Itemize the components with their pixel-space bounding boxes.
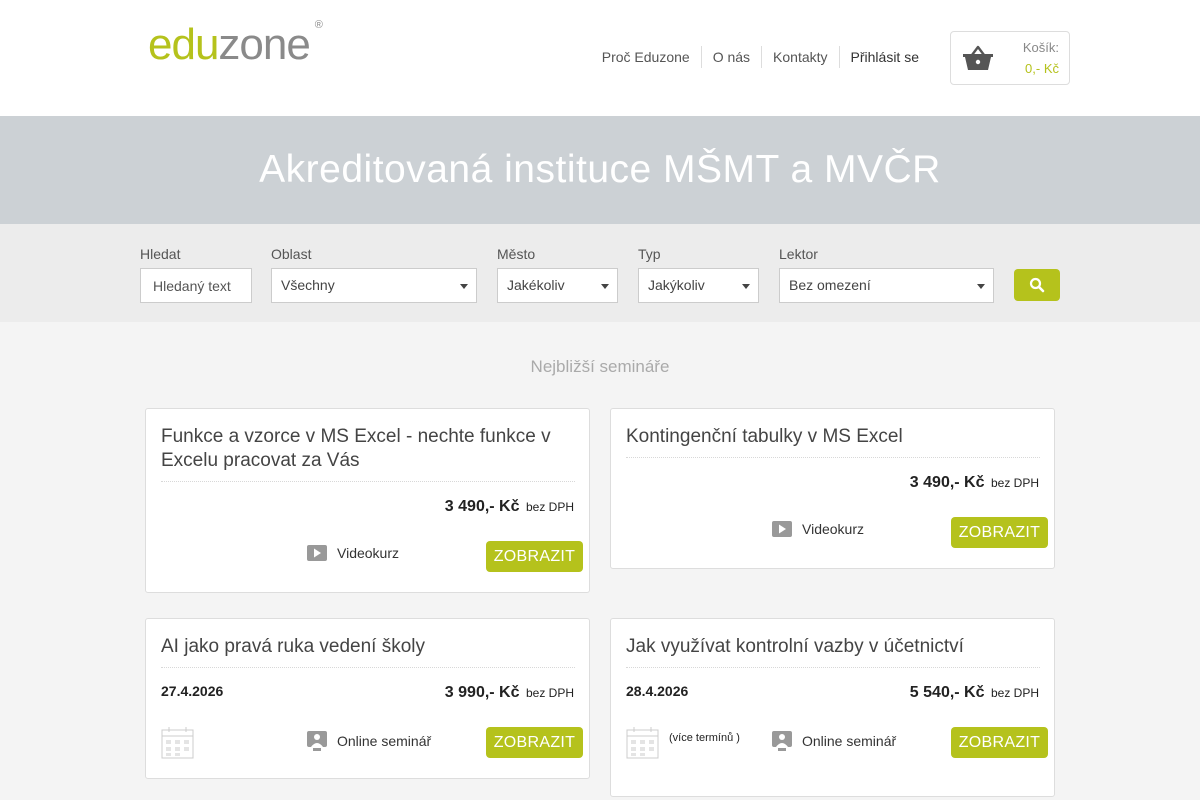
calendar-icon xyxy=(626,727,659,759)
course-type-label: Videokurz xyxy=(802,521,865,537)
search-icon xyxy=(1029,277,1045,293)
price-vat: bez DPH xyxy=(525,500,574,514)
oblast-value: Všechny xyxy=(281,277,335,293)
course-card: Jak využívat kontrolní vazby v účetnictv… xyxy=(610,618,1055,797)
divider xyxy=(161,481,575,482)
main-nav: Proč Eduzone O nás Kontakty Přihlásit se xyxy=(591,46,930,68)
lektor-value: Bez omezení xyxy=(789,277,871,293)
price-vat: bez DPH xyxy=(525,686,574,700)
typ-label: Typ xyxy=(638,246,661,262)
field-typ: Typ Jakýkoliv xyxy=(638,244,759,303)
calendar-icon xyxy=(161,727,194,759)
chevron-down-icon xyxy=(601,284,609,289)
search-input[interactable] xyxy=(140,268,252,303)
nav-proc-eduzone[interactable]: Proč Eduzone xyxy=(591,46,701,68)
course-card: Funkce a vzorce v MS Excel - nechte funk… xyxy=(145,408,590,593)
oblast-label: Oblast xyxy=(271,246,312,262)
course-price: 3 490,- Kč bez DPH xyxy=(445,498,574,516)
course-type: Online seminář xyxy=(772,731,896,751)
course-price: 3 490,- Kč bez DPH xyxy=(910,474,1039,492)
chevron-down-icon xyxy=(460,284,468,289)
course-type-label: Videokurz xyxy=(337,545,400,561)
course-price: 3 990,- Kč bez DPH xyxy=(445,684,574,702)
divider xyxy=(161,667,575,668)
oblast-select[interactable]: Všechny xyxy=(271,268,477,303)
eduzone-logo[interactable]: eduzone ® xyxy=(148,20,323,70)
price-value: 3 990,- Kč xyxy=(444,684,520,701)
play-icon xyxy=(307,545,327,561)
chevron-down-icon xyxy=(977,284,985,289)
price-value: 5 540,- Kč xyxy=(909,684,985,701)
course-card: Kontingenční tabulky v MS Excel 3 490,- … xyxy=(610,408,1055,569)
play-icon xyxy=(772,521,792,537)
price-vat: bez DPH xyxy=(990,476,1039,490)
search-button[interactable] xyxy=(1014,269,1060,301)
course-type-label: Online seminář xyxy=(337,733,432,749)
show-button[interactable]: ZOBRAZIT xyxy=(951,727,1048,758)
lektor-select[interactable]: Bez omezení xyxy=(779,268,994,303)
cart-button[interactable]: Košík: 0,- Kč xyxy=(950,31,1070,85)
price-value: 3 490,- Kč xyxy=(909,474,985,491)
course-price: 5 540,- Kč bez DPH xyxy=(910,684,1039,702)
more-dates-link[interactable]: (více termínů ) xyxy=(669,732,740,744)
chevron-down-icon xyxy=(742,284,750,289)
lektor-label: Lektor xyxy=(779,246,818,262)
logo-zone-text: zone xyxy=(218,20,310,69)
course-title[interactable]: Jak využívat kontrolní vazby v účetnictv… xyxy=(626,635,1041,659)
course-title[interactable]: AI jako pravá ruka vedení školy xyxy=(161,635,576,659)
price-value: 3 490,- Kč xyxy=(444,498,520,515)
site-header: eduzone ® Proč Eduzone O nás Kontakty Př… xyxy=(0,0,1200,116)
nav-o-nas[interactable]: O nás xyxy=(700,46,761,68)
course-type-label: Online seminář xyxy=(802,733,897,749)
logo-edu-text: edu xyxy=(148,20,219,69)
course-date: 27.4.2026 xyxy=(161,683,224,699)
hero-title: Akreditovaná instituce MŠMT a MVČR xyxy=(259,148,941,191)
field-hledat: Hledat xyxy=(140,244,252,303)
course-type: Videokurz xyxy=(307,545,399,561)
cart-price: 0,- Kč xyxy=(1025,61,1059,76)
mesto-label: Město xyxy=(497,246,536,262)
show-button[interactable]: ZOBRAZIT xyxy=(486,541,583,572)
field-lektor: Lektor Bez omezení xyxy=(779,244,994,303)
course-type: Online seminář xyxy=(307,731,431,751)
divider xyxy=(626,457,1040,458)
hero-banner: Akreditovaná instituce MŠMT a MVČR xyxy=(0,116,1200,224)
field-oblast: Oblast Všechny xyxy=(271,244,477,303)
section-title: Nejbližší semináře xyxy=(530,357,670,376)
webinar-icon xyxy=(772,731,792,751)
price-vat: bez DPH xyxy=(990,686,1039,700)
cart-label: Košík: xyxy=(1022,40,1059,55)
basket-icon xyxy=(963,45,993,70)
course-title[interactable]: Funkce a vzorce v MS Excel - nechte funk… xyxy=(161,425,576,473)
nav-login[interactable]: Přihlásit se xyxy=(838,46,930,68)
search-bar: Hledat Oblast Všechny Město Jakékoliv Ty… xyxy=(0,224,1200,322)
mesto-value: Jakékoliv xyxy=(507,277,565,293)
mesto-select[interactable]: Jakékoliv xyxy=(497,268,618,303)
course-type: Videokurz xyxy=(772,521,864,537)
registered-mark: ® xyxy=(314,19,323,31)
course-date: 28.4.2026 xyxy=(626,683,689,699)
typ-value: Jakýkoliv xyxy=(648,277,705,293)
show-button[interactable]: ZOBRAZIT xyxy=(951,517,1048,548)
nav-kontakty[interactable]: Kontakty xyxy=(761,46,838,68)
course-title[interactable]: Kontingenční tabulky v MS Excel xyxy=(626,425,1041,449)
divider xyxy=(626,667,1040,668)
field-mesto: Město Jakékoliv xyxy=(497,244,618,303)
course-card: AI jako pravá ruka vedení školy 27.4.202… xyxy=(145,618,590,779)
typ-select[interactable]: Jakýkoliv xyxy=(638,268,759,303)
webinar-icon xyxy=(307,731,327,751)
hledat-label: Hledat xyxy=(140,246,181,262)
show-button[interactable]: ZOBRAZIT xyxy=(486,727,583,758)
